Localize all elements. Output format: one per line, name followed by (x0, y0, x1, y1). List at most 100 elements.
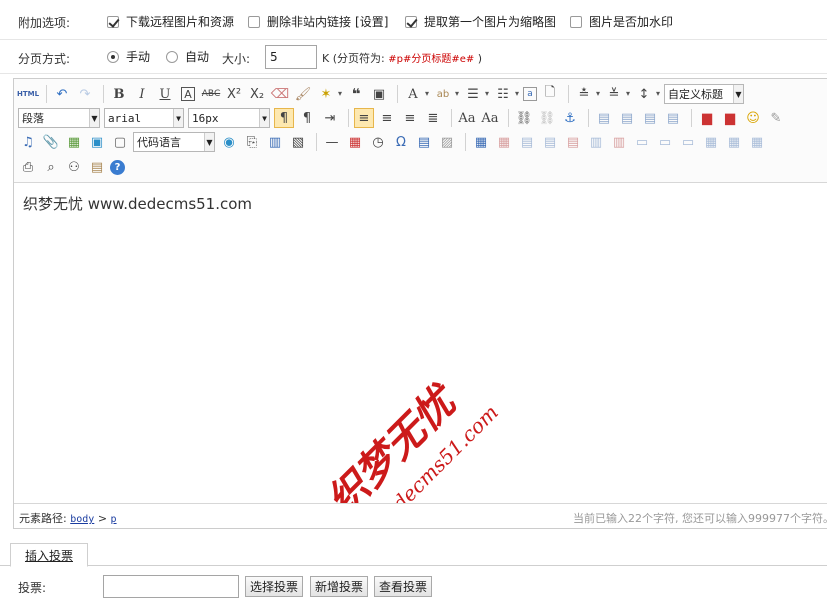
google-map-icon[interactable]: ▣ (87, 132, 107, 152)
format-brush-icon[interactable]: 🖌 (293, 84, 313, 104)
iframe-icon[interactable]: ▢ (110, 132, 130, 152)
drafts-icon[interactable]: ▤ (87, 157, 107, 177)
subscript-icon[interactable]: X₂ (247, 84, 267, 104)
checkbox-unchecked-icon[interactable] (248, 15, 260, 28)
superscript-icon[interactable]: X² (224, 84, 244, 104)
scrawl-icon[interactable]: ✎ (766, 108, 786, 128)
image-center-icon[interactable]: ▤ (663, 108, 683, 128)
ltr-direction-icon[interactable]: ¶ (274, 108, 294, 128)
element-path-body-link[interactable]: body (70, 514, 94, 525)
page-break-icon[interactable]: ⎘ (242, 132, 262, 152)
auto-format-icon[interactable]: ✶ (316, 84, 342, 104)
image-none-icon[interactable]: ▤ (594, 108, 614, 128)
italic-icon[interactable]: I (132, 84, 152, 104)
paging-size-input[interactable] (265, 45, 317, 69)
preview-icon[interactable]: ⌕ (41, 157, 61, 177)
image-right-icon[interactable]: ▤ (640, 108, 660, 128)
align-left-icon[interactable]: ≡ (354, 108, 374, 128)
uppercase-icon[interactable]: Aa (457, 108, 477, 128)
radio-selected-icon[interactable] (107, 50, 119, 63)
blockquote-icon[interactable]: ❝ (346, 84, 366, 104)
special-char-icon[interactable]: Ω (391, 132, 411, 152)
remove-links-settings-link[interactable]: [设置] (355, 13, 388, 30)
strikethrough-icon[interactable]: ABC (201, 84, 221, 104)
align-center-icon[interactable]: ≡ (377, 108, 397, 128)
bold-icon[interactable]: B (109, 84, 129, 104)
unlink-icon[interactable]: ⛓ (537, 108, 557, 128)
vote-input[interactable] (103, 575, 239, 598)
element-path-p-link[interactable]: p (111, 514, 117, 525)
select-vote-button[interactable]: 选择投票 (245, 576, 303, 597)
insert-col-icon[interactable]: ▥ (586, 132, 606, 152)
delete-table-icon[interactable]: ▦ (494, 132, 514, 152)
print-icon[interactable]: ⎙ (18, 157, 38, 177)
font-border-icon[interactable]: A (181, 87, 195, 101)
checkbox-checked-icon[interactable] (107, 15, 119, 28)
paging-manual-radio[interactable]: 手动 (107, 48, 150, 65)
lowercase-icon[interactable]: Aa (480, 108, 500, 128)
merge-cells-icon[interactable]: ▭ (632, 132, 652, 152)
line-height-icon[interactable]: ↕ (634, 84, 660, 104)
delete-col-icon[interactable]: ▥ (609, 132, 629, 152)
attachment-icon[interactable]: 📎 (41, 132, 61, 152)
background-icon[interactable]: ▧ (288, 132, 308, 152)
emotion-icon[interactable]: ☺ (743, 108, 763, 128)
editor-content-area[interactable]: 织梦无忧 www.dedecms51.com 织梦无忧 dedecms51.co… (14, 183, 827, 533)
row-spacing-top-icon[interactable]: ≛ (574, 84, 600, 104)
help-icon[interactable]: ? (110, 159, 125, 175)
ordered-list-icon[interactable]: ☰ (463, 84, 489, 104)
search-replace-icon[interactable]: ▤ (414, 132, 434, 152)
map-icon[interactable]: ▦ (64, 132, 84, 152)
align-right-icon[interactable]: ≡ (400, 108, 420, 128)
select-all-icon[interactable]: a (523, 87, 537, 101)
add-vote-button[interactable]: 新增投票 (310, 576, 368, 597)
image-left-icon[interactable]: ▤ (617, 108, 637, 128)
unordered-list-icon[interactable]: ☷ (493, 84, 519, 104)
insert-table-icon[interactable]: ▦ (471, 132, 491, 152)
first-image-thumb-checkbox[interactable]: 提取第一个图片为缩略图 (405, 13, 556, 30)
music-icon[interactable]: ♫ (18, 132, 38, 152)
insert-image-icon[interactable]: ▆ (697, 108, 717, 128)
checkbox-checked-icon[interactable] (405, 15, 417, 28)
view-vote-button[interactable]: 查看投票 (374, 576, 432, 597)
rtl-direction-icon[interactable]: ¶ (297, 108, 317, 128)
anchor-icon[interactable]: ⚓ (560, 108, 580, 128)
radio-unselected-icon[interactable] (166, 50, 178, 63)
time-icon[interactable]: ◷ (368, 132, 388, 152)
insert-row-icon[interactable]: ▤ (540, 132, 560, 152)
clear-doc-icon[interactable]: 🗋 (540, 84, 560, 104)
font-size-select[interactable]: 16px ▼ (188, 108, 270, 128)
row-spacing-bottom-icon[interactable]: ≚ (604, 84, 630, 104)
preview-image-icon[interactable]: ▨ (437, 132, 457, 152)
paste-plain-icon[interactable]: ▣ (369, 84, 389, 104)
remove-links-checkbox[interactable]: 删除非站内链接 [设置] (248, 13, 388, 30)
paging-auto-radio[interactable]: 自动 (166, 48, 209, 65)
font-color-icon[interactable]: A (403, 84, 429, 104)
redo-icon[interactable]: ↷ (75, 84, 95, 104)
link-icon[interactable]: ⛓ (514, 108, 534, 128)
indent-icon[interactable]: ⇥ (320, 108, 340, 128)
align-justify-icon[interactable]: ≣ (423, 108, 443, 128)
web-icon[interactable]: ◉ (219, 132, 239, 152)
code-language-select[interactable]: 代码语言 ▼ (133, 132, 215, 152)
delete-row-icon[interactable]: ▤ (563, 132, 583, 152)
table-caption-icon[interactable]: ▤ (517, 132, 537, 152)
eraser-icon[interactable]: ⌫ (270, 84, 290, 104)
find-icon[interactable]: ⚇ (64, 157, 84, 177)
split-cells-icon[interactable]: ▦ (701, 132, 721, 152)
horizontal-rule-icon[interactable]: — (322, 132, 342, 152)
split-rows-icon[interactable]: ▦ (724, 132, 744, 152)
watermark-checkbox[interactable]: 图片是否加水印 (570, 13, 673, 30)
merge-down-icon[interactable]: ▭ (678, 132, 698, 152)
undo-icon[interactable]: ↶ (52, 84, 72, 104)
download-remote-checkbox[interactable]: 下载远程图片和资源 (107, 13, 234, 30)
checkbox-unchecked-icon[interactable] (570, 15, 582, 28)
merge-right-icon[interactable]: ▭ (655, 132, 675, 152)
tab-insert-vote[interactable]: 插入投票 (10, 543, 88, 567)
custom-title-select[interactable]: 自定义标题 ▼ (664, 84, 744, 104)
font-family-select[interactable]: arial ▼ (104, 108, 184, 128)
date-icon[interactable]: ▦ (345, 132, 365, 152)
editor-content-text[interactable]: 织梦无忧 www.dedecms51.com (23, 193, 252, 214)
underline-icon[interactable]: U (155, 84, 175, 104)
paragraph-select[interactable]: 段落 ▼ (18, 108, 100, 128)
